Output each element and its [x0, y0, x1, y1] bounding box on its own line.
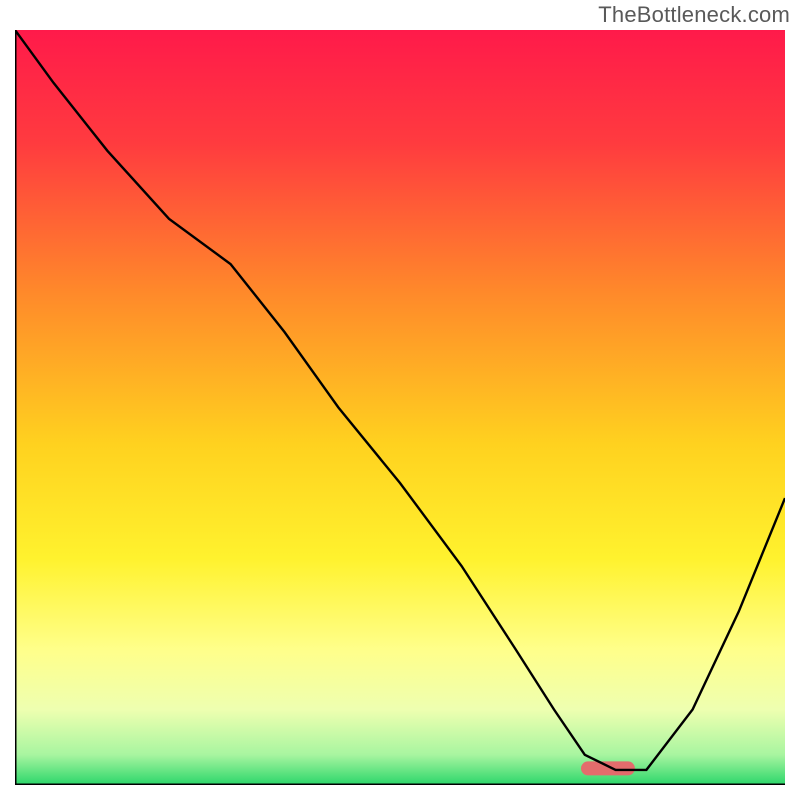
watermark-text: TheBottleneck.com [598, 2, 790, 28]
chart-background [15, 30, 785, 785]
chart-svg [15, 30, 785, 785]
highlight-marker [581, 761, 635, 775]
chart-plot-area [15, 30, 785, 785]
